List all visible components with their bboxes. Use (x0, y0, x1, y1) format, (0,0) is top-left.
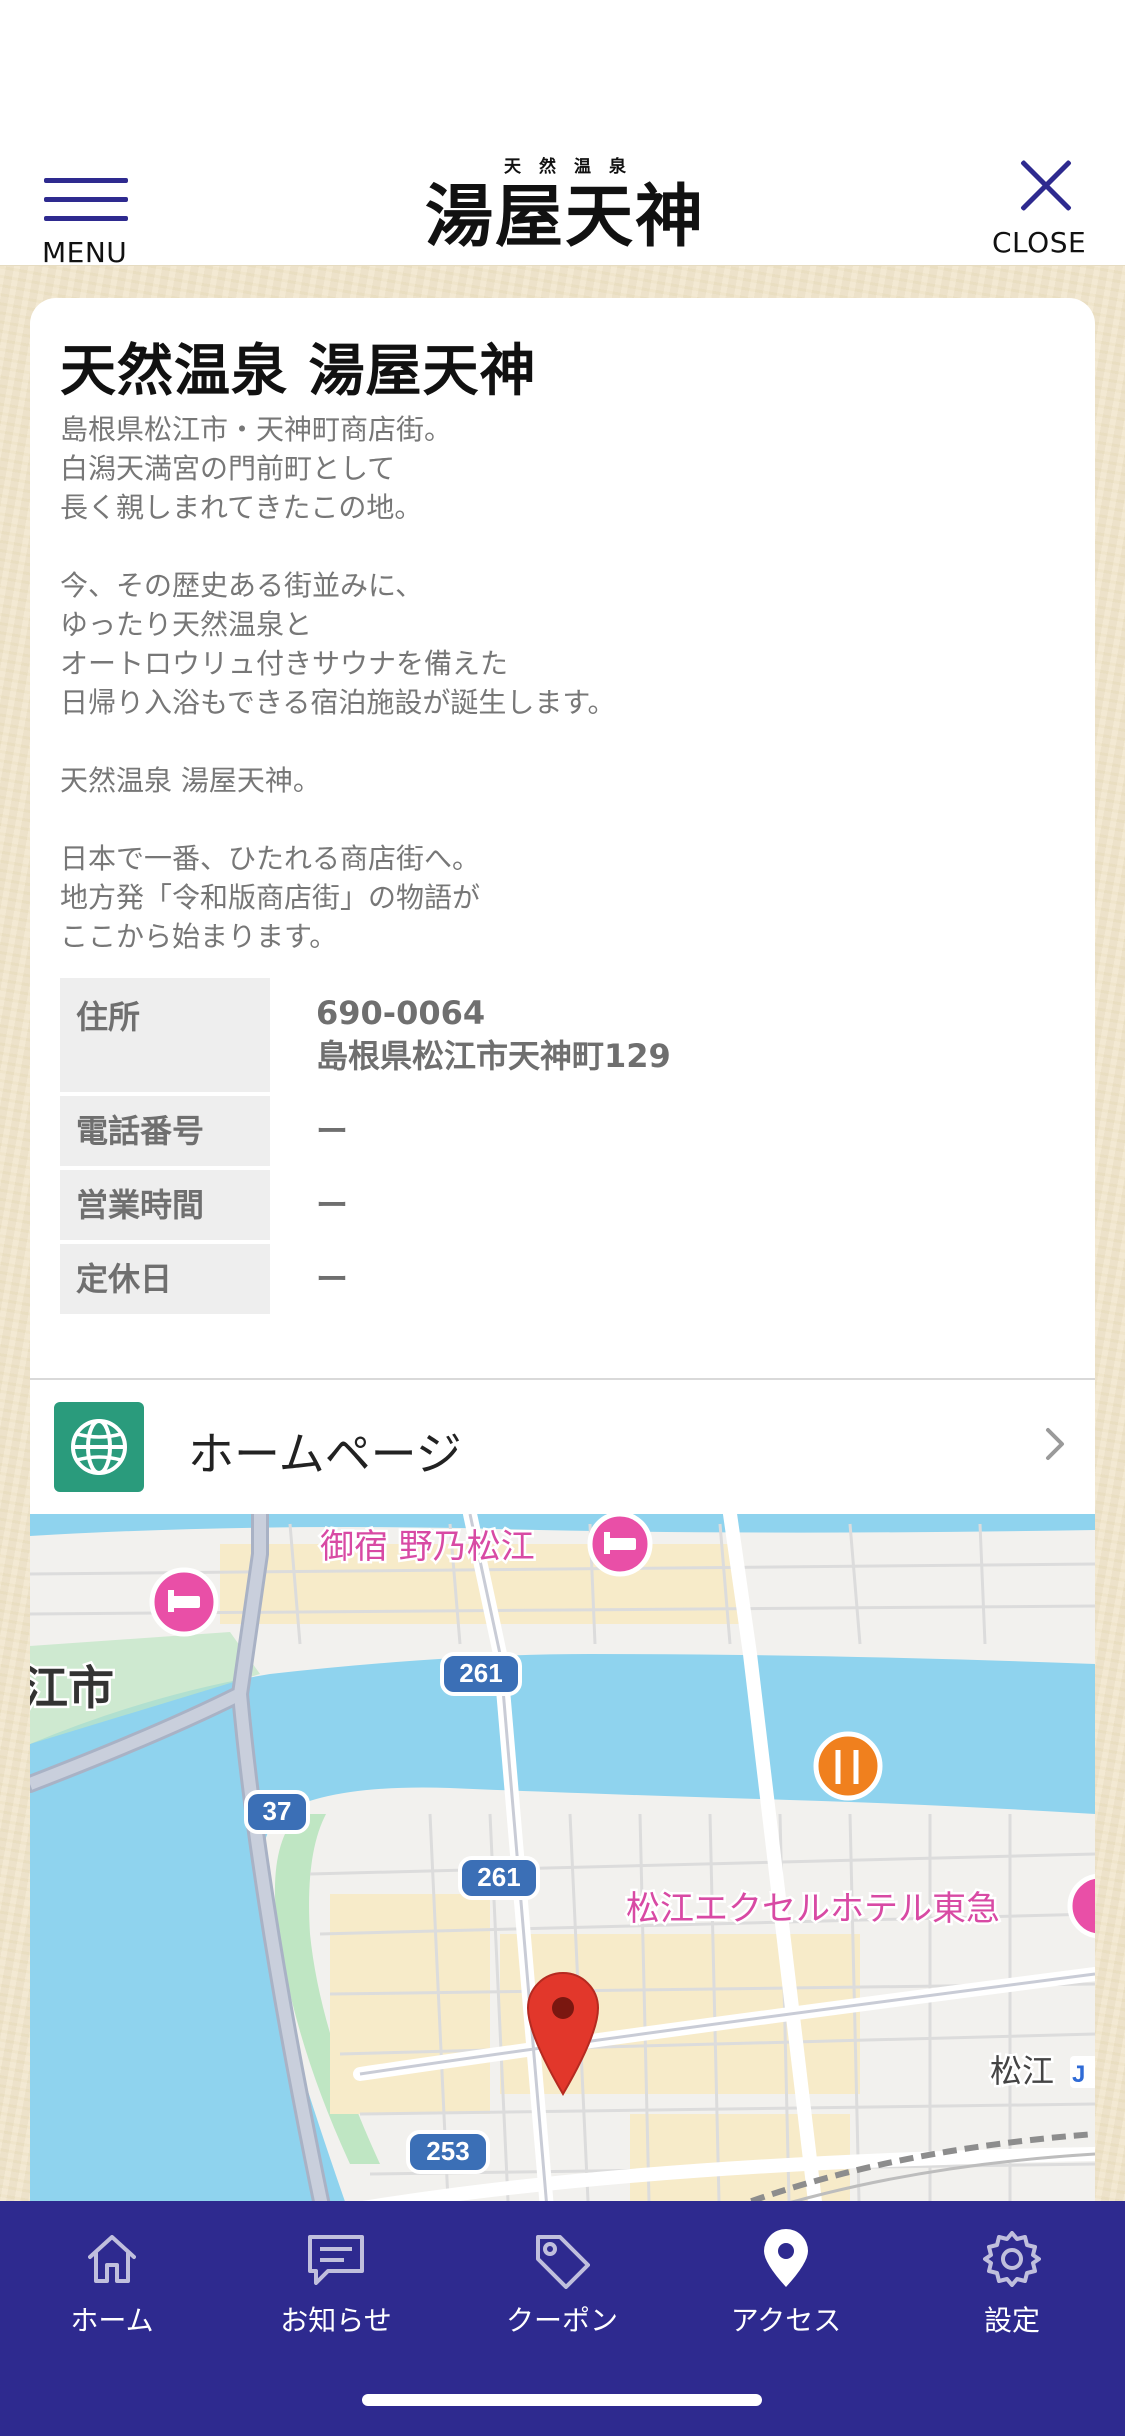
shop-detail-card: 天然温泉 湯屋天神 島根県松江市・天神町商店街。 白潟天満宮の門前町として 長く… (30, 298, 1095, 2238)
description-line: 島根県松江市・天神町商店街。 (60, 413, 453, 446)
menu-label: MENU (42, 236, 128, 269)
logo-title: 湯屋天神 (424, 177, 705, 257)
info-row-address: 住所 690-0064 島根県松江市天神町129 (60, 978, 1060, 1092)
globe-icon (54, 1402, 144, 1492)
description-line: 日帰り入浴もできる宿泊施設が誕生します。 (60, 686, 616, 719)
status-bar (0, 0, 1125, 140)
description-line: 白潟天満宮の門前町として (60, 452, 396, 485)
map-label-hotel2: 松江エクセルホテル東急 (626, 1889, 1000, 1929)
svg-text:J: J (1072, 2061, 1085, 2088)
info-row-hours: 営業時間 ー (60, 1170, 1060, 1240)
tab-coupon[interactable]: クーポン (472, 2229, 652, 2349)
tab-news[interactable]: お知らせ (246, 2229, 426, 2349)
map-label-hotel1: 御宿 野乃松江 (320, 1527, 535, 1567)
map-label-station: 松江 (990, 2052, 1054, 2090)
address-zip: 690-0064 (316, 994, 486, 1032)
logo-subtitle: 天然温泉 (504, 157, 644, 177)
tab-settings-label: 設定 (983, 2304, 1040, 2337)
app-header: MENU 天然温泉 湯屋天神 CLOSE (0, 140, 1125, 269)
address-key: 住所 (60, 978, 270, 1092)
shop-description: 島根県松江市・天神町商店街。 白潟天満宮の門前町として 長く親しまれてきたこの地… (60, 410, 1060, 956)
description-line: 地方発「令和版商店街」の物語が (60, 881, 481, 914)
svg-text:253: 253 (426, 2136, 469, 2166)
address-line: 島根県松江市天神町129 (316, 1037, 671, 1075)
shop-info-table: 住所 690-0064 島根県松江市天神町129 電話番号 ー 営業時間 ー 定… (60, 978, 1060, 1318)
phone-key: 電話番号 (60, 1096, 270, 1166)
description-line (60, 527, 1060, 566)
hamburger-icon (44, 178, 128, 222)
menu-button[interactable]: MENU (40, 160, 175, 269)
description-line: 長く親しまれてきたこの地。 (60, 491, 423, 524)
address-value: 690-0064 島根県松江市天神町129 (270, 978, 1060, 1092)
coupon-tag-icon (536, 2235, 590, 2289)
gear-icon (983, 2231, 1041, 2287)
info-row-phone: 電話番号 ー (60, 1096, 1060, 1166)
tab-news-label: お知らせ (280, 2304, 392, 2337)
location-pin-icon (764, 2229, 808, 2287)
tab-access[interactable]: アクセス (696, 2229, 876, 2349)
home-icon (88, 2235, 136, 2283)
tab-coupon-label: クーポン (505, 2304, 618, 2337)
hotel-poi-icon (149, 1567, 219, 1637)
hotel-poi-icon (587, 1514, 653, 1577)
homepage-label: ホームページ (188, 1427, 462, 1481)
shop-title: 天然温泉 湯屋天神 (60, 339, 537, 404)
map-label-city: 江市 (30, 1661, 114, 1715)
news-icon (308, 2235, 364, 2285)
restaurant-poi-icon (813, 1731, 883, 1801)
tab-home[interactable]: ホーム (22, 2229, 202, 2349)
hours-value: ー (316, 1186, 349, 1224)
chevron-right-icon (1046, 1428, 1064, 1460)
route-shield-261b: 261 (458, 1856, 540, 1900)
description-line: ゆったり天然温泉と (60, 608, 313, 641)
close-button[interactable]: CLOSE (980, 154, 1110, 264)
phone-value: ー (316, 1112, 349, 1150)
close-icon (1016, 156, 1076, 216)
svg-text:261: 261 (477, 1862, 520, 1892)
close-label: CLOSE (992, 226, 1087, 259)
description-line (60, 722, 1060, 761)
description-line: 日本で一番、ひたれる商店街へ。 (60, 842, 481, 875)
tab-home-label: ホーム (70, 2304, 154, 2337)
tab-settings[interactable]: 設定 (922, 2229, 1102, 2349)
app-logo: 天然温泉 湯屋天神 (400, 152, 730, 262)
holiday-value: ー (316, 1260, 349, 1298)
description-line: 今、その歴史ある街並みに、 (60, 569, 424, 602)
description-line (60, 800, 1060, 839)
tab-access-label: アクセス (730, 2304, 842, 2337)
info-row-holiday: 定休日 ー (60, 1244, 1060, 1314)
description-line: ここから始まります。 (60, 920, 338, 953)
hours-key: 営業時間 (60, 1170, 270, 1240)
description-line: 天然温泉 湯屋天神。 (60, 764, 321, 797)
holiday-key: 定休日 (60, 1244, 270, 1314)
route-shield-261a: 261 (440, 1652, 522, 1696)
route-shield-253: 253 (406, 2130, 490, 2174)
route-shield-37: 37 (244, 1790, 310, 1834)
homepage-link[interactable]: ホームページ (30, 1380, 1095, 1512)
access-map[interactable]: 261 37 261 253 御宿 野乃松江 松江エクセルホテル東急 江市 松江… (30, 1514, 1095, 2238)
svg-text:37: 37 (263, 1796, 292, 1826)
description-line: オートロウリュ付きサウナを備えた (60, 647, 509, 680)
home-indicator[interactable] (362, 2394, 762, 2406)
svg-text:261: 261 (459, 1658, 502, 1688)
